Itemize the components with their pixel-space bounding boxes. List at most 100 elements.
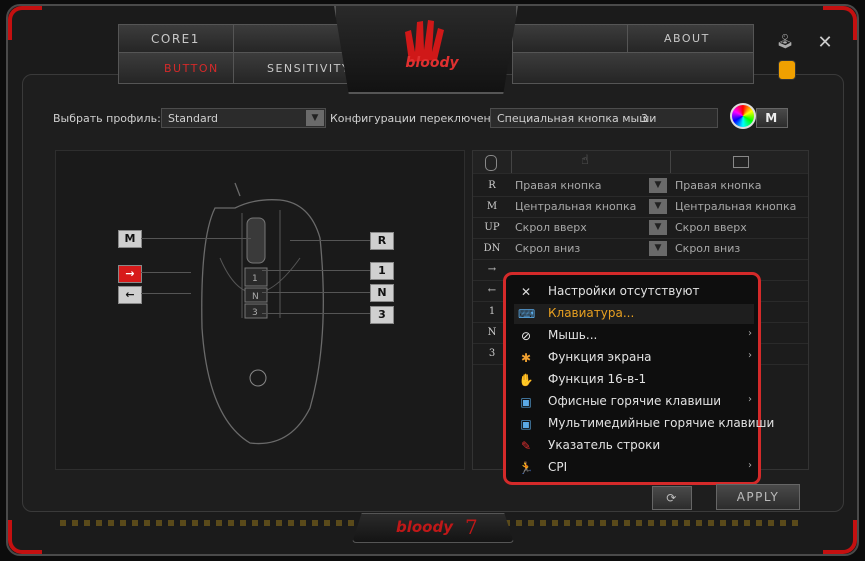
mouse-icon xyxy=(485,155,497,171)
connector-line xyxy=(141,293,191,294)
connector-line xyxy=(141,272,191,273)
mouse-key-1[interactable]: 1 xyxy=(370,262,394,280)
frame-corner xyxy=(8,520,42,554)
hand-icon: ✋ xyxy=(518,373,534,387)
tab-core[interactable]: Core1 xyxy=(118,24,235,54)
chevron-down-icon[interactable]: ▼ xyxy=(649,199,667,214)
menu-item-label: Настройки отсутствуют xyxy=(548,284,700,298)
footer-brand: bloody xyxy=(396,518,454,536)
assigned-function: Центральная кнопка xyxy=(675,200,797,213)
menu-item[interactable]: ⌨ Клавиатура... xyxy=(514,304,754,324)
multimedia-hotkeys-icon: ▣ xyxy=(520,417,532,431)
chevron-down-icon[interactable]: ▼ xyxy=(649,178,667,193)
mouse-key-forward[interactable]: → xyxy=(118,265,142,283)
menu-item-label: Клавиатура... xyxy=(548,306,635,320)
mouse-key-3[interactable]: 3 xyxy=(370,306,394,324)
close-icon[interactable]: ✕ xyxy=(816,34,834,52)
assigned-function: Скрол вверх xyxy=(675,221,747,234)
menu-item-label: CPI xyxy=(548,460,568,474)
menu-item[interactable]: ✕ Настройки отсутствуют xyxy=(514,282,754,302)
switch-config-value: Специальная кнопка мыши xyxy=(497,112,657,125)
pointer-icon: ✎ xyxy=(520,439,532,453)
assigned-function: Скрол вниз xyxy=(675,242,741,255)
mouse-key-r[interactable]: R xyxy=(370,232,394,250)
menu-item-label: Мышь... xyxy=(548,328,598,342)
tab-about-label: About xyxy=(664,32,710,45)
menu-item[interactable]: ✱ Функция экрана › xyxy=(514,348,754,368)
connector-line xyxy=(141,238,251,239)
column-divider xyxy=(511,151,512,173)
menu-item[interactable]: 🏃 CPI › xyxy=(514,458,754,478)
svg-text:3: 3 xyxy=(252,308,258,318)
button-code: M xyxy=(486,201,498,212)
monitor-icon xyxy=(733,156,749,168)
mouse-key-m[interactable]: M xyxy=(118,230,142,248)
mouse-key-n[interactable]: N xyxy=(370,284,394,302)
profile-label: Выбрать профиль: xyxy=(53,112,161,125)
button-code: R xyxy=(488,180,496,191)
menu-item[interactable]: ✎ Указатель строки xyxy=(514,436,754,456)
bulb-icon[interactable] xyxy=(778,60,796,80)
svg-text:N: N xyxy=(252,292,259,302)
assigned-function: Правая кнопка xyxy=(675,179,762,192)
office-hotkeys-icon: ▣ xyxy=(520,395,532,409)
switch-config-label: Конфигурации переключения : xyxy=(330,112,512,125)
menu-item-label: Функция 16-в-1 xyxy=(548,372,647,386)
apply-button[interactable]: APPLY xyxy=(716,484,800,510)
menu-item-label: Офисные горячие клавиши xyxy=(548,394,722,408)
mode-m-button[interactable]: M xyxy=(756,108,788,128)
rgb-color-icon[interactable] xyxy=(730,103,756,129)
menu-item-label: Функция экрана xyxy=(548,350,652,364)
table-row[interactable]: M Центральная кнопка ▼ Центральная кнопка xyxy=(473,196,808,218)
profile-select[interactable]: Standard ▼ xyxy=(161,108,326,128)
frame-corner xyxy=(8,6,42,40)
table-row[interactable]: UP Скрол вверх ▼ Скрол вверх xyxy=(473,217,808,239)
action-popup-menu: ✕ Настройки отсутствуют ⌨ Клавиатура... ⊘ Мыш… xyxy=(503,272,774,485)
switch-config-field[interactable]: Специальная кнопка мыши 3 xyxy=(490,108,718,128)
tab-blank-right-lower xyxy=(512,52,754,84)
connector-line xyxy=(290,240,370,241)
menu-item[interactable]: ▣ Офисные горячие клавиши › xyxy=(514,392,754,412)
runner-icon: 🏃 xyxy=(518,461,534,475)
table-row[interactable]: R Правая кнопка ▼ Правая кнопка xyxy=(473,175,808,197)
switch-config-number: 3 xyxy=(641,112,648,125)
column-divider xyxy=(670,151,671,173)
mouse-key-back[interactable]: ← xyxy=(118,286,142,304)
submenu-arrow-icon: › xyxy=(748,394,752,405)
table-header: ☝ xyxy=(473,151,808,174)
button-code: DN xyxy=(483,243,501,254)
menu-item[interactable]: ✋ Функция 16-в-1 xyxy=(514,370,754,390)
keyboard-icon: ⌨ xyxy=(518,307,536,321)
chevron-down-icon: ▼ xyxy=(306,110,324,126)
logo-text: bloody xyxy=(405,55,459,71)
reset-button[interactable]: ⟳ xyxy=(652,486,692,510)
original-function: Скрол вверх xyxy=(515,221,587,234)
button-code: UP xyxy=(484,222,500,233)
tab-blank-right xyxy=(512,24,629,54)
mouse-icon: ⊘ xyxy=(520,329,532,343)
mouse-outline-icon: 1 N 3 xyxy=(180,178,340,453)
joystick-icon[interactable]: 🕹 xyxy=(775,34,795,54)
original-function: Скрол вниз xyxy=(515,242,581,255)
footer-version: 7 xyxy=(465,515,478,539)
tab-button-label: Button xyxy=(164,62,219,75)
chevron-down-icon[interactable]: ▼ xyxy=(649,220,667,235)
menu-item[interactable]: ⊘ Мышь... › xyxy=(514,326,754,346)
tab-core-label: Core1 xyxy=(151,32,200,46)
original-function: Правая кнопка xyxy=(515,179,602,192)
original-function: Центральная кнопка xyxy=(515,200,637,213)
tab-about[interactable]: About xyxy=(627,24,754,54)
hand-pointer-icon: ☝ xyxy=(581,153,589,168)
submenu-arrow-icon: › xyxy=(748,350,752,361)
connector-line xyxy=(262,292,370,293)
connector-line xyxy=(262,270,370,271)
connector-line xyxy=(262,313,370,314)
tab-sensitivity-label: Sensitivity xyxy=(267,62,351,75)
chevron-down-icon[interactable]: ▼ xyxy=(649,241,667,256)
submenu-arrow-icon: › xyxy=(748,460,752,471)
table-row[interactable]: DN Скрол вниз ▼ Скрол вниз xyxy=(473,238,808,260)
frame-corner xyxy=(823,520,857,554)
tab-button[interactable]: Button xyxy=(118,52,235,84)
menu-item[interactable]: ▣ Мультимедийные горячие клавиши › xyxy=(514,414,774,434)
submenu-arrow-icon: › xyxy=(748,328,752,339)
